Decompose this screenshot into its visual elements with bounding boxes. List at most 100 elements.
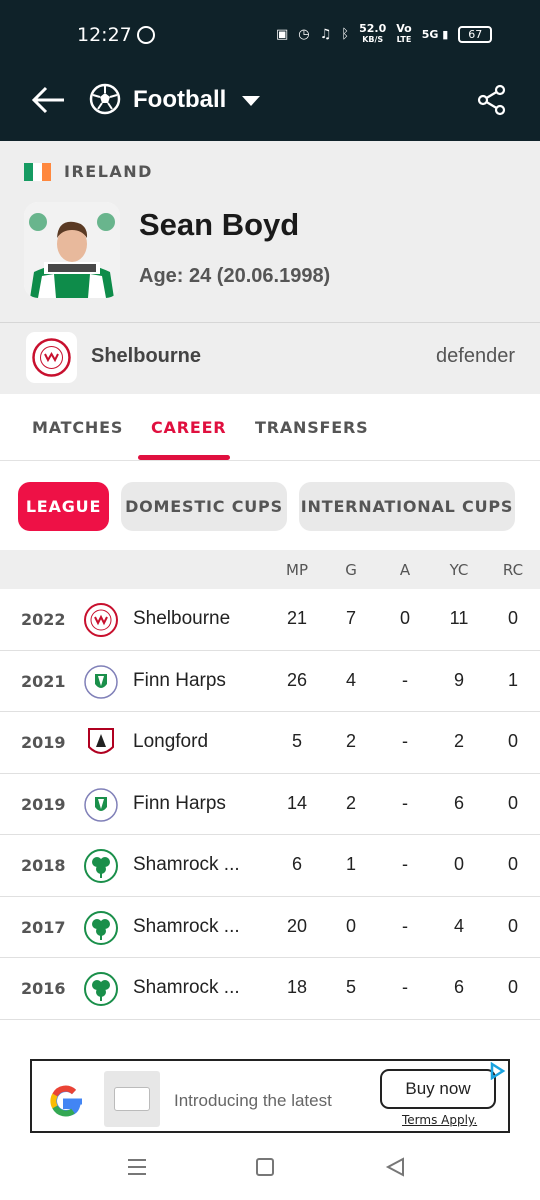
- stat-a: 0: [399, 608, 410, 628]
- player-age: Age: 24 (20.06.1998): [139, 265, 331, 287]
- stat-a: -: [402, 731, 408, 751]
- status-time: 12:27: [77, 24, 132, 46]
- ad-banner[interactable]: Introducing the latest Buy now Terms App…: [30, 1059, 510, 1133]
- alarm-icon: ◷: [298, 27, 310, 42]
- shamrock-crest-icon: [84, 910, 118, 945]
- stat-mp: 5: [291, 731, 302, 751]
- stat-yc: 2: [453, 731, 464, 751]
- finn-harps-crest-icon: [84, 787, 118, 822]
- home-icon[interactable]: [256, 1158, 274, 1176]
- status-icons: ▣ ◷ ♫ ᛒ 52.0 KB/S Vo LTE 5G ▮ 67: [276, 22, 493, 45]
- stat-rc: 0: [507, 915, 518, 936]
- table-row[interactable]: 2021 Finn Harps 26 4 - 9 1: [0, 651, 540, 712]
- stat-rc: 0: [507, 608, 518, 628]
- tab-career[interactable]: CAREER: [151, 418, 226, 437]
- stat-a: -: [402, 977, 408, 997]
- stat-g: 1: [345, 854, 356, 874]
- stat-mp: 6: [291, 854, 302, 874]
- stat-a: -: [402, 669, 408, 690]
- col-yc: YC: [449, 561, 469, 579]
- player-name: Sean Boyd: [139, 207, 300, 242]
- season-year: 2021: [21, 671, 66, 691]
- shamrock-crest-icon: [84, 849, 118, 883]
- adchoices-icon[interactable]: [488, 1062, 506, 1080]
- stat-yc: 9: [453, 669, 464, 690]
- team-name: Shamrock ...: [133, 977, 240, 998]
- stat-mp: 18: [286, 977, 308, 997]
- stat-mp: 20: [286, 915, 308, 936]
- player-tabs: MATCHES CAREER TRANSFERS: [0, 394, 540, 461]
- stat-a: -: [402, 792, 408, 813]
- back-triangle-icon[interactable]: [384, 1156, 406, 1178]
- ad-text: Introducing the latest: [174, 1091, 332, 1110]
- season-year: 2018: [21, 856, 66, 875]
- table-row[interactable]: 2018 Shamrock ... 6 1 - 0 0: [0, 835, 540, 897]
- team-name: Finn Harps: [133, 792, 226, 814]
- battery-icon: 67: [458, 26, 493, 43]
- club-name[interactable]: Shelbourne: [91, 345, 201, 368]
- filter-league[interactable]: LEAGUE: [18, 482, 109, 531]
- team-name: Longford: [133, 731, 209, 752]
- col-g: G: [345, 561, 357, 579]
- mute-icon: ♫: [319, 27, 332, 42]
- team-name: Shelbourne: [133, 608, 231, 629]
- ad-terms-link[interactable]: Terms Apply.: [402, 1113, 477, 1127]
- top-bar: 12:27 ▣ ◷ ♫ ᛒ 52.0 KB/S Vo LTE 5G ▮ 67 F…: [0, 0, 540, 141]
- volte-indicator: Vo LTE: [396, 22, 412, 44]
- recent-apps-icon[interactable]: [126, 1158, 148, 1176]
- stat-g: 4: [345, 669, 356, 690]
- stat-rc: 0: [507, 792, 518, 813]
- ad-buy-button[interactable]: Buy now: [380, 1069, 496, 1109]
- tab-matches[interactable]: MATCHES: [32, 418, 123, 437]
- stat-g: 5: [345, 977, 356, 997]
- ireland-flag-icon: [24, 163, 51, 181]
- filter-international-cups[interactable]: INTERNATIONAL CUPS: [299, 482, 515, 531]
- stat-mp: 14: [286, 792, 308, 813]
- sport-selector[interactable]: Football: [133, 86, 226, 114]
- stat-mp: 26: [286, 669, 308, 690]
- stat-yc: 4: [453, 915, 464, 936]
- player-position: defender: [436, 345, 515, 367]
- ad-product-image: [104, 1071, 160, 1127]
- stat-mp: 21: [286, 608, 308, 628]
- bluetooth-icon: ᛒ: [341, 27, 350, 42]
- tab-transfers[interactable]: TRANSFERS: [255, 418, 368, 437]
- tab-active-indicator: [138, 455, 230, 460]
- career-table: 2022 Shelbourne 21 7 0 11 0 2021 Finn Ha…: [0, 589, 540, 1020]
- player-photo-image: [24, 202, 120, 298]
- season-year: 2019: [21, 794, 66, 814]
- network-speed: 52.0 KB/S: [359, 22, 387, 44]
- signal-icon: 5G ▮: [421, 27, 449, 41]
- stat-a: -: [402, 915, 408, 936]
- stat-rc: 0: [507, 731, 518, 751]
- season-year: 2016: [21, 979, 66, 998]
- longford-crest-icon: [88, 728, 114, 754]
- finn-harps-crest-icon: [84, 664, 118, 699]
- table-row[interactable]: 2022 Shelbourne 21 7 0 11 0: [0, 589, 540, 651]
- player-country[interactable]: IRELAND: [64, 162, 153, 181]
- status-bar: 12:27 ▣ ◷ ♫ ᛒ 52.0 KB/S Vo LTE 5G ▮ 67: [0, 0, 540, 72]
- nfc-icon: ▣: [276, 27, 289, 42]
- stat-g: 0: [345, 915, 356, 936]
- stat-yc: 0: [453, 854, 464, 874]
- table-row[interactable]: 2016 Shamrock ... 18 5 - 6 0: [0, 958, 540, 1020]
- stat-rc: 1: [507, 669, 518, 690]
- share-icon[interactable]: [476, 84, 508, 116]
- chevron-down-icon[interactable]: [242, 96, 260, 106]
- competition-filters: LEAGUE DOMESTIC CUPS INTERNATIONAL CUPS: [0, 461, 540, 550]
- shamrock-crest-icon: [84, 972, 118, 1006]
- col-rc: RC: [502, 561, 524, 579]
- filter-domestic-cups[interactable]: DOMESTIC CUPS: [121, 482, 287, 531]
- current-club-row[interactable]: Shelbourne defender: [0, 323, 540, 394]
- stat-rc: 0: [507, 977, 518, 997]
- player-header: IRELAND Sean Boyd Age: 24 (20.06.1998): [0, 141, 540, 323]
- table-row[interactable]: 2019 Finn Harps 14 2 - 6 0: [0, 774, 540, 835]
- whatsapp-icon: [137, 26, 155, 44]
- arrow-left-icon[interactable]: [30, 84, 66, 116]
- player-photo: [24, 202, 120, 298]
- table-row[interactable]: 2017 Shamrock ... 20 0 - 4 0: [0, 897, 540, 958]
- soccer-ball-icon: [89, 83, 121, 115]
- season-year: 2017: [21, 917, 66, 937]
- team-name: Shamrock ...: [133, 915, 240, 937]
- table-row[interactable]: 2019 Longford 5 2 - 2 0: [0, 712, 540, 774]
